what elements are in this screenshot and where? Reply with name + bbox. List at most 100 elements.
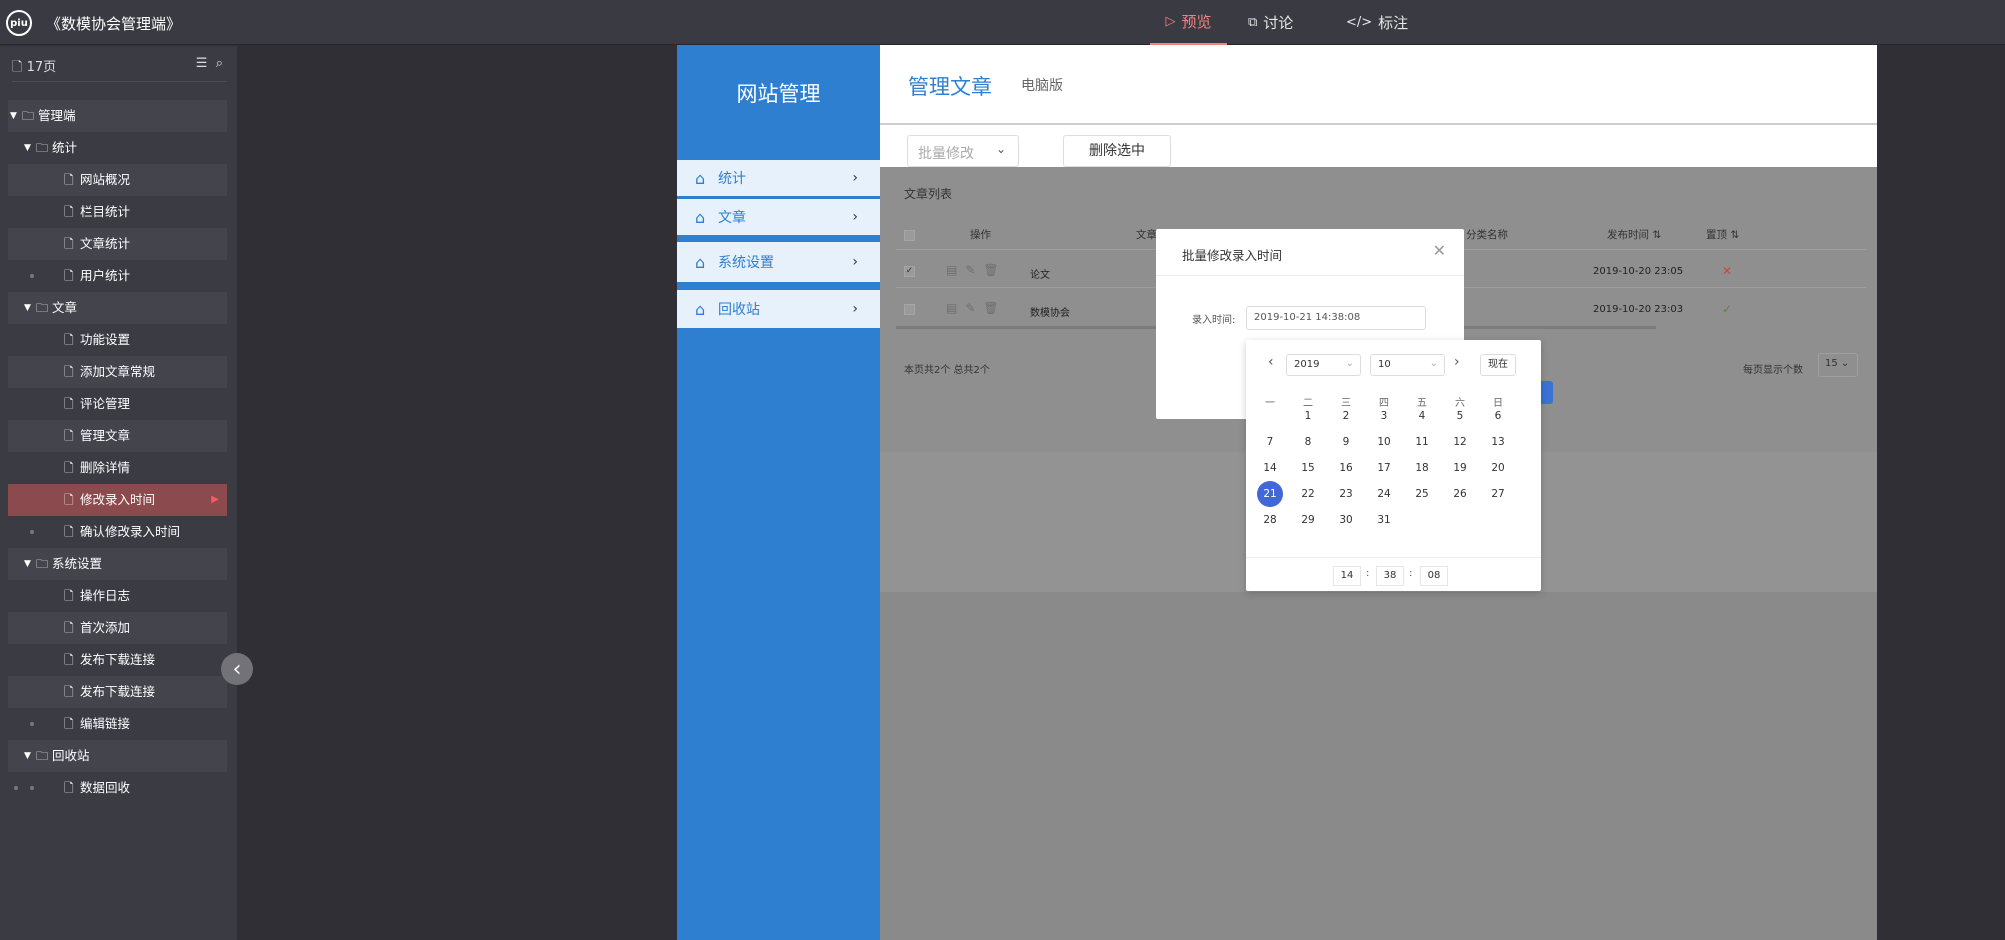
calendar-day[interactable]: 10 <box>1371 429 1397 455</box>
next-month-icon[interactable]: › <box>1454 354 1460 370</box>
batch-modify-select[interactable]: 批量修改 ⌄ <box>907 135 1019 167</box>
chevron-down-icon: ⌄ <box>995 142 1006 156</box>
calendar-day[interactable]: 7 <box>1257 429 1283 455</box>
calendar-day[interactable]: 8 <box>1295 429 1321 455</box>
select-all-checkbox[interactable] <box>904 230 915 241</box>
tree-page[interactable]: 🗋 评论管理 <box>8 388 227 420</box>
calendar-day[interactable]: 29 <box>1295 507 1321 533</box>
tree-item-label: 文章 <box>52 300 78 315</box>
calendar-day[interactable]: 18 <box>1409 455 1435 481</box>
calendar-day[interactable]: 20 <box>1485 455 1511 481</box>
caret-down-icon[interactable]: ▼ <box>24 548 31 580</box>
minute-input[interactable]: 38 <box>1376 566 1404 586</box>
tab-discuss[interactable]: ⧉ 讨论 <box>1248 0 1293 45</box>
tree-dot <box>14 786 18 790</box>
calendar-day[interactable]: 31 <box>1371 507 1397 533</box>
folder-icon: 🗀 <box>36 557 49 571</box>
calendar-day[interactable]: 25 <box>1409 481 1435 507</box>
tree-folder[interactable]: ▼ 🗀 系统设置 <box>8 548 227 580</box>
second-input[interactable]: 08 <box>1420 566 1448 586</box>
tree-folder[interactable]: ▼ 🗀 管理端 <box>8 100 227 132</box>
list-title: 文章列表 <box>904 187 953 201</box>
row-checkbox[interactable]: ✓ <box>904 266 915 277</box>
calendar-day[interactable]: 13 <box>1485 429 1511 455</box>
sort-icon[interactable]: ⇅ <box>1730 229 1739 241</box>
calendar-day[interactable]: 5 <box>1447 403 1473 429</box>
calendar-day[interactable]: 9 <box>1333 429 1359 455</box>
month-select[interactable]: 10 ⌄ <box>1370 354 1445 376</box>
close-icon[interactable]: ✕ <box>1433 241 1446 260</box>
tree-folder[interactable]: ▼ 🗀 统计 <box>8 132 227 164</box>
selected-day[interactable]: 21 <box>1257 481 1283 507</box>
now-button[interactable]: 现在 <box>1480 354 1516 376</box>
calendar-day[interactable]: 16 <box>1333 455 1359 481</box>
caret-down-icon[interactable]: ▼ <box>24 132 31 164</box>
entry-time-input[interactable]: 2019-10-21 14:38:08 <box>1246 306 1426 330</box>
nav-item-stats[interactable]: ⌂ 统计 › <box>677 160 880 196</box>
row-action-icons[interactable]: ▤✎🗑 <box>946 263 1007 277</box>
tree-item-label: 删除详情 <box>80 460 131 475</box>
folder-icon: 🗀 <box>22 109 35 123</box>
calendar-day[interactable]: 24 <box>1371 481 1397 507</box>
calendar-day[interactable]: 28 <box>1257 507 1283 533</box>
caret-down-icon[interactable]: ▼ <box>24 292 31 324</box>
tree-page[interactable]: 🗋 栏目统计 <box>8 196 227 228</box>
calendar-day[interactable]: 2 <box>1333 403 1359 429</box>
tree-page[interactable]: 🗋 管理文章 <box>8 420 227 452</box>
search-icon[interactable]: ⌕ <box>216 56 223 71</box>
calendar-day[interactable]: 15 <box>1295 455 1321 481</box>
page-icon: 🗋 <box>64 525 74 539</box>
delete-selected-button[interactable]: 删除选中 <box>1063 135 1171 167</box>
play-icon: ▷ <box>1165 14 1176 29</box>
tree-page[interactable]: 🗋 修改录入时间 ▶ <box>8 484 227 516</box>
tree-page[interactable]: 🗋 发布下载连接 <box>8 676 227 708</box>
calendar-day[interactable]: 30 <box>1333 507 1359 533</box>
calendar-day[interactable]: 12 <box>1447 429 1473 455</box>
tree-page[interactable]: 🗋 网站概况 <box>8 164 227 196</box>
tree-page[interactable]: 🗋 删除详情 <box>8 452 227 484</box>
tree-page[interactable]: 🗋 操作日志 <box>8 580 227 612</box>
calendar-day[interactable]: 22 <box>1295 481 1321 507</box>
calendar-day[interactable]: 27 <box>1485 481 1511 507</box>
calendar-day[interactable]: 11 <box>1409 429 1435 455</box>
nav-item-settings[interactable]: ⌂ 系统设置 › <box>677 242 880 282</box>
tree-page[interactable]: 🗋 首次添加 <box>8 612 227 644</box>
tree-page[interactable]: 🗋 文章统计 <box>8 228 227 260</box>
collapse-sidebar-button[interactable]: ‹ <box>221 653 253 685</box>
calendar-day[interactable]: 14 <box>1257 455 1283 481</box>
tree-page[interactable]: 🗋 用户统计 <box>8 260 227 292</box>
row-action-icons[interactable]: ▤✎🗑 <box>946 301 1007 315</box>
caret-down-icon[interactable]: ▼ <box>10 100 17 132</box>
hour-input[interactable]: 14 <box>1333 566 1361 586</box>
year-value: 2019 <box>1294 359 1320 370</box>
year-select[interactable]: 2019 ⌄ <box>1286 354 1361 376</box>
tree-folder[interactable]: ▼ 🗀 回收站 <box>8 740 227 772</box>
calendar-day[interactable]: 3 <box>1371 403 1397 429</box>
tree-page[interactable]: 🗋 发布下载连接 <box>8 644 227 676</box>
sort-icon[interactable]: ⇅ <box>1652 229 1661 241</box>
unpinned-icon[interactable]: ✕ <box>1722 264 1732 278</box>
nav-item-recycle[interactable]: ⌂ 回收站 › <box>677 290 880 328</box>
calendar-day[interactable]: 26 <box>1447 481 1473 507</box>
tree-page[interactable]: 🗋 确认修改录入时间 <box>8 516 227 548</box>
calendar-day[interactable]: 17 <box>1371 455 1397 481</box>
pinned-icon[interactable]: ✓ <box>1722 302 1732 316</box>
calendar-day[interactable]: 1 <box>1295 403 1321 429</box>
tree-folder[interactable]: ▼ 🗀 文章 <box>8 292 227 324</box>
calendar-day[interactable]: 23 <box>1333 481 1359 507</box>
row-checkbox[interactable] <box>904 304 915 315</box>
calendar-day[interactable]: 19 <box>1447 455 1473 481</box>
caret-down-icon[interactable]: ▼ <box>24 740 31 772</box>
page-size-select[interactable]: 15 ⌄ <box>1818 353 1858 377</box>
calendar-day[interactable]: 4 <box>1409 403 1435 429</box>
tree-page[interactable]: 🗋 功能设置 <box>8 324 227 356</box>
calendar-day[interactable]: 6 <box>1485 403 1511 429</box>
tree-page[interactable]: 🗋 数据回收 <box>8 772 227 804</box>
tab-annotate[interactable]: </> 标注 <box>1346 0 1408 45</box>
tree-page[interactable]: 🗋 添加文章常规 <box>8 356 227 388</box>
sort-icon[interactable]: ☰ <box>196 56 208 71</box>
tab-preview[interactable]: ▷ 预览 <box>1150 0 1227 45</box>
nav-item-article[interactable]: ⌂ 文章 › <box>677 199 880 235</box>
tree-page[interactable]: 🗋 编辑链接 <box>8 708 227 740</box>
prev-month-icon[interactable]: ‹ <box>1268 354 1274 370</box>
